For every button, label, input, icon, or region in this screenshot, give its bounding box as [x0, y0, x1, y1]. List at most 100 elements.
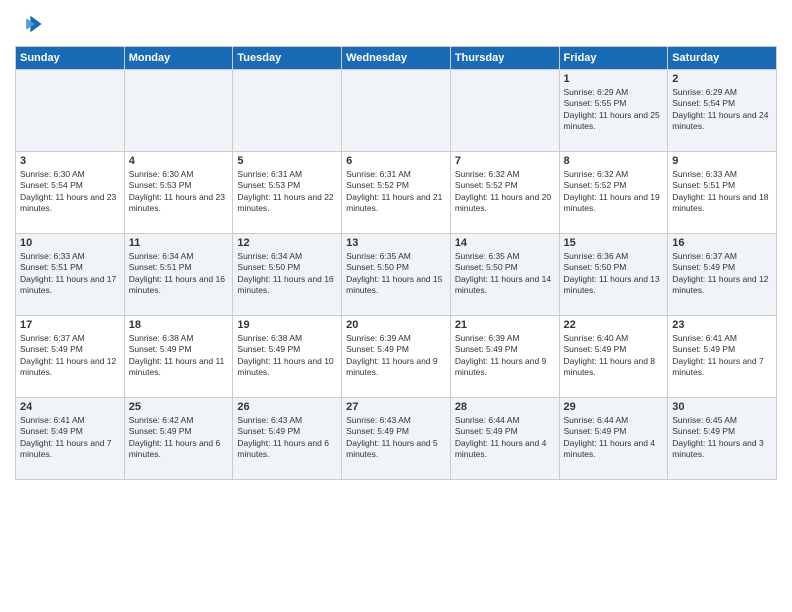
day-info: Sunrise: 6:29 AM Sunset: 5:55 PM Dayligh… — [564, 87, 664, 133]
day-number: 20 — [346, 319, 446, 331]
day-number: 15 — [564, 237, 664, 249]
day-number: 7 — [455, 155, 555, 167]
weekday-header: Monday — [124, 47, 233, 70]
calendar-week-row: 3 Sunrise: 6:30 AM Sunset: 5:54 PM Daylig… — [16, 152, 777, 234]
day-number: 6 — [346, 155, 446, 167]
calendar-cell: 7 Sunrise: 6:32 AM Sunset: 5:52 PM Daylig… — [450, 152, 559, 234]
calendar-cell: 28 Sunrise: 6:44 AM Sunset: 5:49 PM Dayli… — [450, 398, 559, 480]
day-info: Sunrise: 6:29 AM Sunset: 5:54 PM Dayligh… — [672, 87, 772, 133]
day-info: Sunrise: 6:30 AM Sunset: 5:53 PM Dayligh… — [129, 169, 229, 215]
calendar-cell: 5Sunrise: 6:31 AM Sunset: 5:53 PM Daylig… — [233, 152, 342, 234]
calendar-cell: 13 Sunrise: 6:35 AM Sunset: 5:50 PM Dayli… — [342, 234, 451, 316]
calendar-cell: 26Sunrise: 6:43 AM Sunset: 5:49 PM Dayli… — [233, 398, 342, 480]
calendar-cell: 21 Sunrise: 6:39 AM Sunset: 5:49 PM Dayli… — [450, 316, 559, 398]
day-info: Sunrise: 6:34 AM Sunset: 5:50 PM Dayligh… — [237, 251, 337, 297]
day-info: Sunrise: 6:31 AM Sunset: 5:52 PM Dayligh… — [346, 169, 446, 215]
day-info: Sunrise: 6:36 AM Sunset: 5:50 PM Dayligh… — [564, 251, 664, 297]
logo-icon — [15, 10, 43, 38]
calendar-cell: 19 Sunrise: 6:38 AM Sunset: 5:49 PM Dayli… — [233, 316, 342, 398]
day-number: 28 — [455, 401, 555, 413]
calendar: SundayMondayTuesdayWednesdayThursdayFrid… — [15, 46, 777, 480]
calendar-cell: 2 Sunrise: 6:29 AM Sunset: 5:54 PM Daylig… — [668, 70, 777, 152]
weekday-header: Tuesday — [233, 47, 342, 70]
day-number: 1 — [564, 73, 664, 85]
day-info: Sunrise: 6:34 AM Sunset: 5:51 PM Dayligh… — [129, 251, 229, 297]
calendar-cell: 20 Sunrise: 6:39 AM Sunset: 5:49 PM Dayli… — [342, 316, 451, 398]
day-info: Sunrise: 6:42 AM Sunset: 5:49 PM Dayligh… — [129, 415, 229, 461]
calendar-cell — [342, 70, 451, 152]
day-info: Sunrise: 6:33 AM Sunset: 5:51 PM Dayligh… — [672, 169, 772, 215]
calendar-cell: 30 Sunrise: 6:45 AM Sunset: 5:49 PM Dayli… — [668, 398, 777, 480]
day-number: 13 — [346, 237, 446, 249]
calendar-week-row: 17 Sunrise: 6:37 AM Sunset: 5:49 PM Dayli… — [16, 316, 777, 398]
day-number: 19 — [237, 319, 337, 331]
calendar-cell: 29Sunrise: 6:44 AM Sunset: 5:49 PM Dayli… — [559, 398, 668, 480]
calendar-week-row: 10Sunrise: 6:33 AM Sunset: 5:51 PM Dayli… — [16, 234, 777, 316]
day-info: Sunrise: 6:45 AM Sunset: 5:49 PM Dayligh… — [672, 415, 772, 461]
calendar-cell — [450, 70, 559, 152]
day-number: 12 — [237, 237, 337, 249]
weekday-header-row: SundayMondayTuesdayWednesdayThursdayFrid… — [16, 47, 777, 70]
day-number: 11 — [129, 237, 229, 249]
day-number: 30 — [672, 401, 772, 413]
calendar-cell: 16Sunrise: 6:37 AM Sunset: 5:49 PM Dayli… — [668, 234, 777, 316]
calendar-cell: 23Sunrise: 6:41 AM Sunset: 5:49 PM Dayli… — [668, 316, 777, 398]
weekday-header: Thursday — [450, 47, 559, 70]
day-number: 21 — [455, 319, 555, 331]
calendar-cell: 11 Sunrise: 6:34 AM Sunset: 5:51 PM Dayli… — [124, 234, 233, 316]
calendar-cell — [233, 70, 342, 152]
day-info: Sunrise: 6:32 AM Sunset: 5:52 PM Dayligh… — [455, 169, 555, 215]
day-info: Sunrise: 6:44 AM Sunset: 5:49 PM Dayligh… — [455, 415, 555, 461]
calendar-week-row: 1 Sunrise: 6:29 AM Sunset: 5:55 PM Daylig… — [16, 70, 777, 152]
day-number: 18 — [129, 319, 229, 331]
day-number: 2 — [672, 73, 772, 85]
calendar-cell: 4 Sunrise: 6:30 AM Sunset: 5:53 PM Daylig… — [124, 152, 233, 234]
day-number: 4 — [129, 155, 229, 167]
day-number: 23 — [672, 319, 772, 331]
calendar-cell: 9Sunrise: 6:33 AM Sunset: 5:51 PM Daylig… — [668, 152, 777, 234]
weekday-header: Saturday — [668, 47, 777, 70]
day-number: 3 — [20, 155, 120, 167]
calendar-cell: 18 Sunrise: 6:38 AM Sunset: 5:49 PM Dayli… — [124, 316, 233, 398]
day-info: Sunrise: 6:35 AM Sunset: 5:50 PM Dayligh… — [346, 251, 446, 297]
calendar-cell: 22 Sunrise: 6:40 AM Sunset: 5:49 PM Dayli… — [559, 316, 668, 398]
calendar-cell: 10Sunrise: 6:33 AM Sunset: 5:51 PM Dayli… — [16, 234, 125, 316]
day-info: Sunrise: 6:37 AM Sunset: 5:49 PM Dayligh… — [20, 333, 120, 379]
day-number: 14 — [455, 237, 555, 249]
calendar-cell: 24 Sunrise: 6:41 AM Sunset: 5:49 PM Dayli… — [16, 398, 125, 480]
day-number: 17 — [20, 319, 120, 331]
calendar-cell: 3 Sunrise: 6:30 AM Sunset: 5:54 PM Daylig… — [16, 152, 125, 234]
page: SundayMondayTuesdayWednesdayThursdayFrid… — [0, 0, 792, 612]
calendar-cell: 6 Sunrise: 6:31 AM Sunset: 5:52 PM Daylig… — [342, 152, 451, 234]
day-number: 24 — [20, 401, 120, 413]
day-number: 25 — [129, 401, 229, 413]
calendar-cell: 25 Sunrise: 6:42 AM Sunset: 5:49 PM Dayli… — [124, 398, 233, 480]
day-info: Sunrise: 6:30 AM Sunset: 5:54 PM Dayligh… — [20, 169, 120, 215]
day-info: Sunrise: 6:39 AM Sunset: 5:49 PM Dayligh… — [346, 333, 446, 379]
day-info: Sunrise: 6:38 AM Sunset: 5:49 PM Dayligh… — [237, 333, 337, 379]
logo — [15, 10, 47, 38]
weekday-header: Wednesday — [342, 47, 451, 70]
day-info: Sunrise: 6:32 AM Sunset: 5:52 PM Dayligh… — [564, 169, 664, 215]
day-number: 8 — [564, 155, 664, 167]
calendar-cell: 27Sunrise: 6:43 AM Sunset: 5:49 PM Dayli… — [342, 398, 451, 480]
day-number: 10 — [20, 237, 120, 249]
calendar-cell — [16, 70, 125, 152]
day-number: 22 — [564, 319, 664, 331]
weekday-header: Sunday — [16, 47, 125, 70]
day-info: Sunrise: 6:44 AM Sunset: 5:49 PM Dayligh… — [564, 415, 664, 461]
day-info: Sunrise: 6:39 AM Sunset: 5:49 PM Dayligh… — [455, 333, 555, 379]
day-info: Sunrise: 6:37 AM Sunset: 5:49 PM Dayligh… — [672, 251, 772, 297]
calendar-cell: 8 Sunrise: 6:32 AM Sunset: 5:52 PM Daylig… — [559, 152, 668, 234]
day-info: Sunrise: 6:43 AM Sunset: 5:49 PM Dayligh… — [346, 415, 446, 461]
calendar-week-row: 24 Sunrise: 6:41 AM Sunset: 5:49 PM Dayli… — [16, 398, 777, 480]
calendar-cell: 14Sunrise: 6:35 AM Sunset: 5:50 PM Dayli… — [450, 234, 559, 316]
calendar-cell — [124, 70, 233, 152]
day-info: Sunrise: 6:40 AM Sunset: 5:49 PM Dayligh… — [564, 333, 664, 379]
weekday-header: Friday — [559, 47, 668, 70]
day-info: Sunrise: 6:38 AM Sunset: 5:49 PM Dayligh… — [129, 333, 229, 379]
calendar-cell: 17 Sunrise: 6:37 AM Sunset: 5:49 PM Dayli… — [16, 316, 125, 398]
calendar-cell: 1 Sunrise: 6:29 AM Sunset: 5:55 PM Daylig… — [559, 70, 668, 152]
header — [15, 10, 777, 38]
day-info: Sunrise: 6:41 AM Sunset: 5:49 PM Dayligh… — [20, 415, 120, 461]
